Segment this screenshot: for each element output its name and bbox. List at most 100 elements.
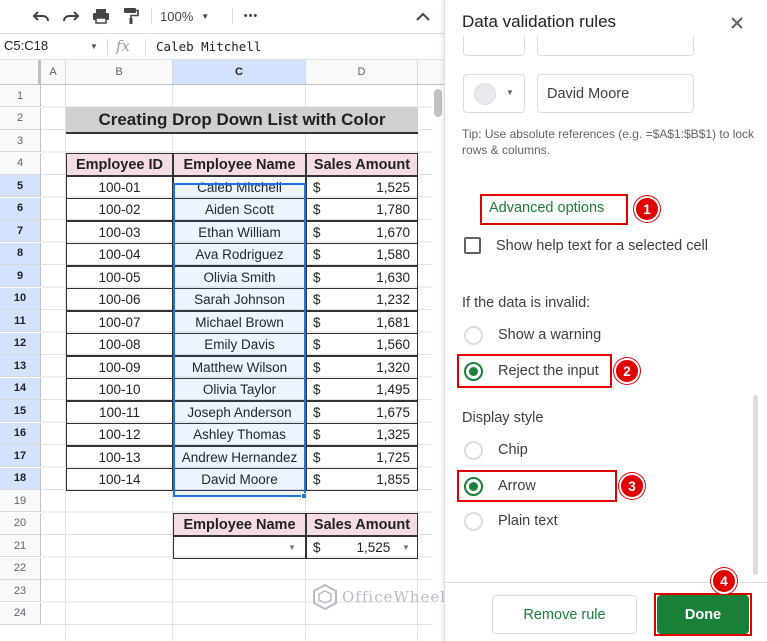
- sales-amount-cell[interactable]: $1,855: [306, 468, 418, 491]
- chevron-down-icon[interactable]: ▼: [90, 42, 98, 51]
- formula-input[interactable]: Caleb Mitchell: [156, 39, 261, 54]
- help-text-checkbox[interactable]: [464, 237, 481, 254]
- employee-id-cell[interactable]: 100-01: [66, 175, 173, 199]
- employee-id-cell[interactable]: 100-12: [66, 423, 173, 446]
- previous-color-picker[interactable]: [463, 36, 525, 56]
- employee-name-cell[interactable]: Emily Davis: [173, 333, 306, 356]
- radio-show-warning[interactable]: [464, 326, 483, 345]
- sheet-title[interactable]: Creating Drop Down List with Color: [66, 107, 418, 134]
- row-header-16[interactable]: 16: [0, 422, 41, 445]
- employee-name-cell[interactable]: Olivia Taylor: [173, 378, 306, 401]
- lookup-header-cell[interactable]: Employee Name: [173, 513, 306, 536]
- row-header-19[interactable]: 19: [0, 490, 41, 512]
- scrollbar-thumb[interactable]: [434, 89, 442, 117]
- collapse-toolbar-icon[interactable]: [412, 4, 434, 28]
- more-icon[interactable]: •••: [240, 4, 262, 28]
- employee-id-cell[interactable]: 100-11: [66, 400, 173, 424]
- row-header-22[interactable]: 22: [0, 557, 41, 580]
- sheet-scrollbar[interactable]: [432, 85, 444, 641]
- employee-name-cell[interactable]: Michael Brown: [173, 310, 306, 334]
- employee-name-cell[interactable]: David Moore: [173, 468, 306, 491]
- sales-amount-cell[interactable]: $1,670: [306, 220, 418, 244]
- employee-id-cell[interactable]: 100-06: [66, 288, 173, 311]
- row-header-5[interactable]: 5: [0, 175, 41, 197]
- row-header-6[interactable]: 6: [0, 197, 41, 220]
- table-header-cell[interactable]: Sales Amount: [306, 153, 418, 176]
- advanced-options-toggle[interactable]: Advanced options: [489, 200, 604, 216]
- employee-name-cell[interactable]: Ethan William: [173, 220, 306, 244]
- item-color-picker[interactable]: ▼: [463, 74, 525, 113]
- radio-chip[interactable]: [464, 441, 483, 460]
- sales-amount-cell[interactable]: $1,681: [306, 310, 418, 334]
- sales-amount-cell[interactable]: $1,320: [306, 355, 418, 379]
- row-header-11[interactable]: 11: [0, 310, 41, 332]
- row-header-20[interactable]: 20: [0, 512, 41, 535]
- column-header-c[interactable]: C: [173, 60, 306, 84]
- row-header-17[interactable]: 17: [0, 445, 41, 467]
- row-header-9[interactable]: 9: [0, 265, 41, 287]
- redo-icon[interactable]: [60, 4, 82, 28]
- row-header-24[interactable]: 24: [0, 602, 41, 625]
- sales-amount-cell[interactable]: $1,780: [306, 198, 418, 221]
- row-header-10[interactable]: 10: [0, 287, 41, 310]
- row-header-13[interactable]: 13: [0, 355, 41, 377]
- sales-amount-cell[interactable]: $1,495: [306, 378, 418, 401]
- employee-name-cell[interactable]: Ashley Thomas: [173, 423, 306, 446]
- panel-scrollbar[interactable]: [753, 395, 758, 575]
- sales-amount-cell[interactable]: $1,232: [306, 288, 418, 311]
- undo-icon[interactable]: [30, 4, 52, 28]
- employee-name-cell[interactable]: Sarah Johnson: [173, 288, 306, 311]
- sales-amount-cell[interactable]: $1,725: [306, 445, 418, 469]
- employee-name-cell[interactable]: Joseph Anderson: [173, 400, 306, 424]
- employee-id-cell[interactable]: 100-13: [66, 445, 173, 469]
- employee-name-cell[interactable]: Ava Rodriguez: [173, 243, 306, 266]
- name-box[interactable]: C5:C18: [4, 38, 100, 56]
- employee-id-cell[interactable]: 100-09: [66, 355, 173, 379]
- row-header-2[interactable]: 2: [0, 107, 41, 130]
- sales-amount-cell[interactable]: $1,525: [306, 175, 418, 199]
- employee-id-cell[interactable]: 100-14: [66, 468, 173, 491]
- employee-id-cell[interactable]: 100-05: [66, 265, 173, 289]
- select-all-corner[interactable]: [0, 60, 41, 84]
- lookup-name-dropdown[interactable]: [173, 535, 306, 559]
- row-header-14[interactable]: 14: [0, 377, 41, 400]
- sales-amount-cell[interactable]: $1,580: [306, 243, 418, 266]
- zoom-select[interactable]: 100% ▼: [160, 4, 230, 28]
- table-header-cell[interactable]: Employee ID: [66, 153, 173, 176]
- row-header-18[interactable]: 18: [0, 467, 41, 490]
- sales-amount-cell[interactable]: $1,630: [306, 265, 418, 289]
- row-header-3[interactable]: 3: [0, 130, 41, 152]
- radio-reject-input[interactable]: [464, 362, 483, 381]
- row-header-1[interactable]: 1: [0, 85, 41, 107]
- table-header-cell[interactable]: Employee Name: [173, 153, 306, 176]
- row-header-12[interactable]: 12: [0, 332, 41, 355]
- cell-grid[interactable]: Creating Drop Down List with Color Emplo…: [41, 85, 444, 641]
- employee-id-cell[interactable]: 100-07: [66, 310, 173, 334]
- remove-rule-button[interactable]: Remove rule: [492, 595, 637, 634]
- row-header-7[interactable]: 7: [0, 220, 41, 242]
- column-header-a[interactable]: A: [41, 60, 66, 84]
- lookup-header-cell[interactable]: Sales Amount: [306, 513, 418, 536]
- employee-name-cell[interactable]: Olivia Smith: [173, 265, 306, 289]
- print-icon[interactable]: [90, 4, 112, 28]
- employee-id-cell[interactable]: 100-02: [66, 198, 173, 221]
- done-button[interactable]: Done: [657, 595, 749, 634]
- row-header-4[interactable]: 4: [0, 152, 41, 175]
- row-header-8[interactable]: 8: [0, 242, 41, 265]
- radio-arrow[interactable]: [464, 477, 483, 496]
- employee-name-cell[interactable]: Matthew Wilson: [173, 355, 306, 379]
- fill-handle[interactable]: [301, 493, 307, 499]
- row-header-23[interactable]: 23: [0, 580, 41, 602]
- row-header-21[interactable]: 21: [0, 535, 41, 557]
- sales-amount-cell[interactable]: $1,560: [306, 333, 418, 356]
- previous-item-input[interactable]: [537, 36, 694, 56]
- employee-id-cell[interactable]: 100-04: [66, 243, 173, 266]
- employee-name-cell[interactable]: Andrew Hernandez: [173, 445, 306, 469]
- employee-id-cell[interactable]: 100-03: [66, 220, 173, 244]
- dropdown-arrow-icon[interactable]: ▼: [288, 543, 296, 552]
- row-header-15[interactable]: 15: [0, 400, 41, 422]
- employee-id-cell[interactable]: 100-10: [66, 378, 173, 401]
- paint-format-icon[interactable]: [120, 4, 142, 28]
- dropdown-arrow-icon[interactable]: ▼: [402, 543, 410, 552]
- item-value-input[interactable]: David Moore: [537, 74, 694, 113]
